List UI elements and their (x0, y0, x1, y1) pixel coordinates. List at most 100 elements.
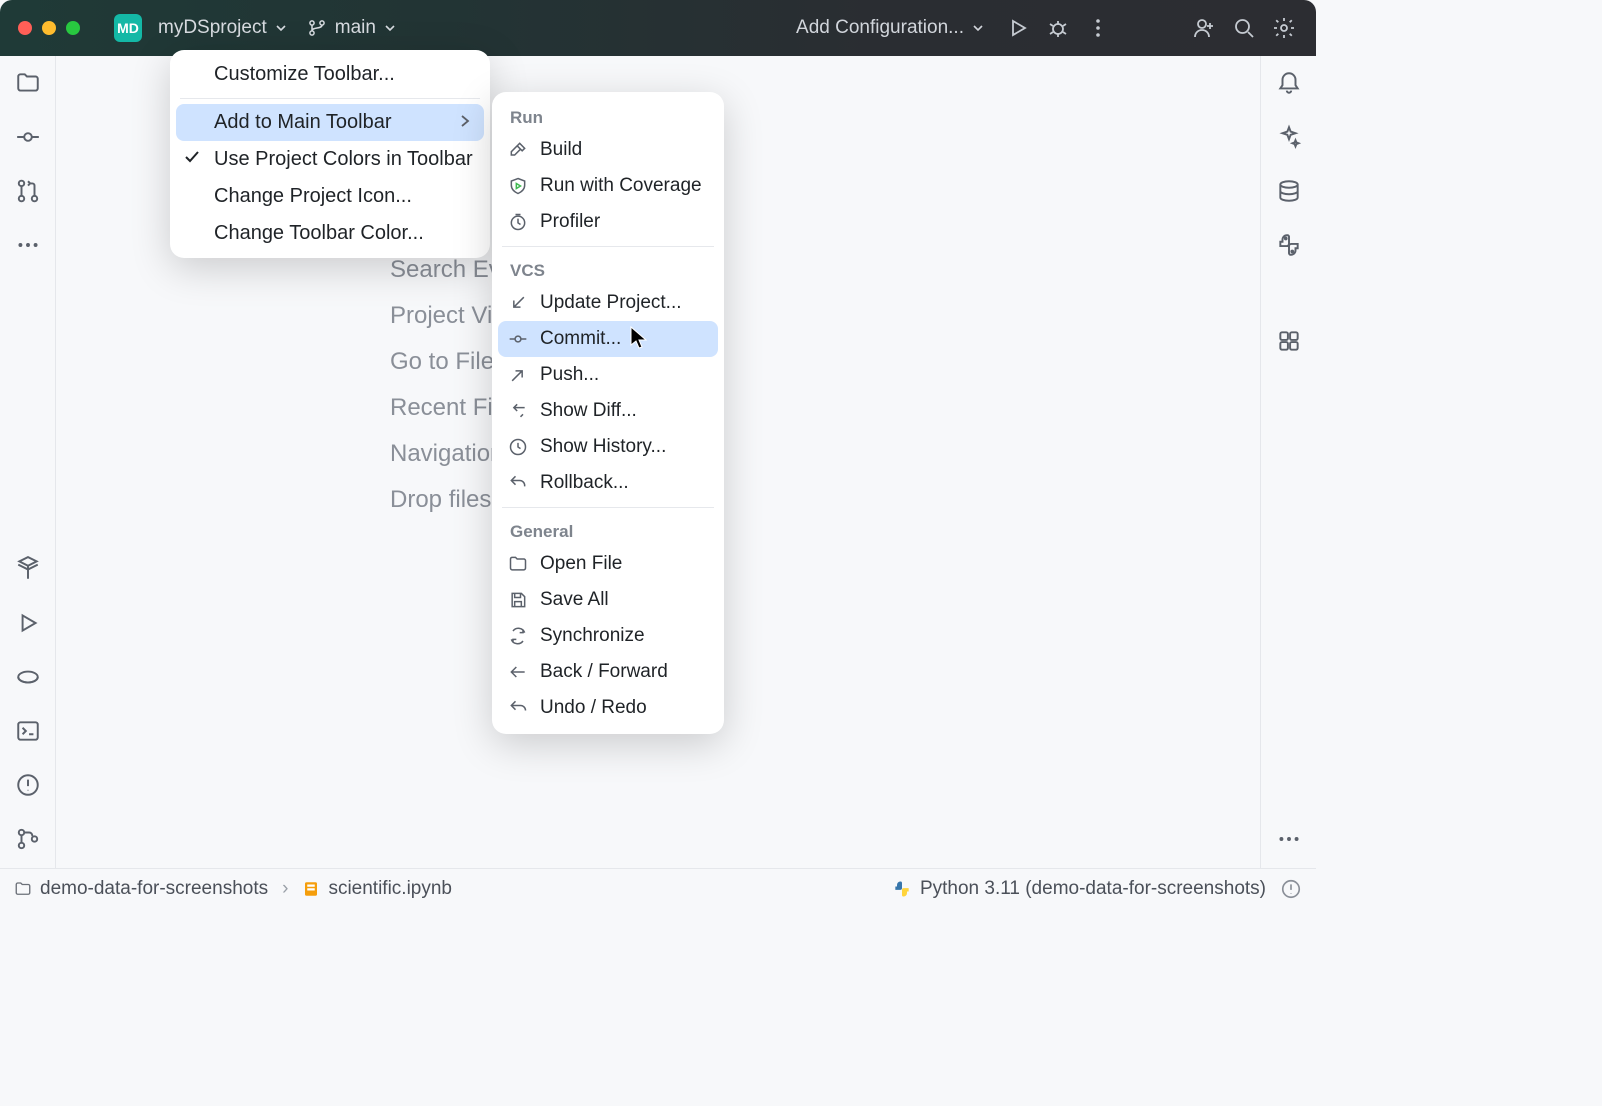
chevron-down-icon (275, 22, 287, 34)
chevron-down-icon (384, 22, 396, 34)
inspection-status-icon[interactable] (1280, 878, 1302, 900)
welcome-line: Project Vi (390, 302, 492, 330)
more-tools-icon[interactable] (15, 232, 41, 258)
plugins-tool-icon[interactable] (1276, 328, 1302, 354)
ai-assistant-tool-icon[interactable] (1276, 124, 1302, 150)
menu-separator (180, 98, 480, 99)
submenu-label: Undo / Redo (540, 697, 647, 719)
submenu-label: Run with Coverage (540, 175, 702, 197)
project-tool-icon[interactable] (15, 70, 41, 96)
folder-icon (14, 880, 32, 898)
menu-change-project-icon[interactable]: Change Project Icon... (170, 178, 490, 215)
menu-customize-toolbar[interactable]: Customize Toolbar... (170, 56, 490, 93)
menu-label: Customize Toolbar... (214, 63, 395, 86)
arrow-in-down-left-icon (508, 293, 528, 313)
left-tool-stripe (0, 56, 56, 868)
submenu-update-project[interactable]: Update Project... (492, 285, 724, 321)
minimize-window-button[interactable] (42, 21, 56, 35)
project-badge: MD (114, 14, 142, 42)
submenu-push[interactable]: Push... (492, 357, 724, 393)
titlebar: MD myDSproject main Add Configuration... (0, 0, 1316, 56)
submenu-label: Save All (540, 589, 609, 611)
welcome-line: Recent Fil (390, 394, 498, 422)
submenu-back-forward[interactable]: Back / Forward (492, 654, 724, 690)
submenu-separator (502, 246, 714, 247)
notebook-file-icon (302, 880, 320, 898)
submenu-separator (502, 507, 714, 508)
submenu-label: Open File (540, 553, 622, 575)
submenu-show-diff[interactable]: Show Diff... (492, 393, 724, 429)
run-button[interactable] (998, 8, 1038, 48)
branch-name: main (335, 17, 376, 39)
breadcrumb-item: demo-data-for-screenshots (40, 878, 268, 900)
submenu-label: Push... (540, 364, 599, 386)
mouse-cursor-icon (630, 326, 648, 350)
menu-use-project-colors[interactable]: Use Project Colors in Toolbar (170, 141, 490, 178)
run-config-label: Add Configuration... (796, 17, 964, 39)
submenu-show-history[interactable]: Show History... (492, 429, 724, 465)
settings-button[interactable] (1264, 8, 1304, 48)
status-bar: demo-data-for-screenshots › scientific.i… (0, 868, 1316, 908)
save-icon (508, 590, 528, 610)
code-with-me-button[interactable] (1184, 8, 1224, 48)
clock-profiler-icon (508, 212, 528, 232)
services-tool-icon[interactable] (15, 556, 41, 582)
project-selector[interactable]: MD myDSproject (104, 8, 297, 48)
debug-button[interactable] (1038, 8, 1078, 48)
submenu-save-all[interactable]: Save All (492, 582, 724, 618)
branch-selector[interactable]: main (297, 11, 406, 45)
more-right-tools-icon[interactable] (1276, 826, 1302, 852)
add-to-toolbar-submenu: Run Build Run with Coverage Profiler VCS… (492, 92, 724, 734)
python-packages-tool-icon[interactable] (15, 664, 41, 690)
submenu-synchronize[interactable]: Synchronize (492, 618, 724, 654)
sync-icon (508, 626, 528, 646)
submenu-build[interactable]: Build (492, 132, 724, 168)
menu-label: Change Project Icon... (214, 185, 412, 208)
more-actions-button[interactable] (1078, 8, 1118, 48)
run-config-selector[interactable]: Add Configuration... (782, 11, 998, 45)
chevron-down-icon (972, 22, 984, 34)
maximize-window-button[interactable] (66, 21, 80, 35)
project-name: myDSproject (158, 17, 267, 39)
submenu-arrow-icon (460, 111, 470, 134)
database-tool-icon[interactable] (1276, 178, 1302, 204)
shield-play-icon (508, 176, 528, 196)
submenu-profiler[interactable]: Profiler (492, 204, 724, 240)
python-interpreter-widget[interactable]: Python 3.11 (demo-data-for-screenshots) (892, 878, 1266, 900)
breadcrumb-item: scientific.ipynb (328, 878, 452, 900)
branch-icon (307, 18, 327, 38)
pull-requests-tool-icon[interactable] (15, 178, 41, 204)
close-window-button[interactable] (18, 21, 32, 35)
commit-icon (508, 329, 528, 349)
submenu-commit[interactable]: Commit... (498, 321, 718, 357)
undo-icon (508, 698, 528, 718)
gear-icon (1272, 16, 1296, 40)
problems-tool-icon[interactable] (15, 772, 41, 798)
menu-change-toolbar-color[interactable]: Change Toolbar Color... (170, 215, 490, 252)
search-everywhere-button[interactable] (1224, 8, 1264, 48)
submenu-open-file[interactable]: Open File (492, 546, 724, 582)
breadcrumb[interactable]: demo-data-for-screenshots › scientific.i… (14, 878, 452, 900)
more-vertical-icon (1086, 16, 1110, 40)
submenu-undo-redo[interactable]: Undo / Redo (492, 690, 724, 726)
arrow-out-up-right-icon (508, 365, 528, 385)
terminal-tool-icon[interactable] (15, 718, 41, 744)
breadcrumb-separator-icon: › (276, 878, 294, 900)
submenu-label: Show History... (540, 436, 666, 458)
rollback-icon (508, 473, 528, 493)
run-tool-icon[interactable] (15, 610, 41, 636)
welcome-line: Navigation (390, 440, 503, 468)
menu-add-to-main-toolbar[interactable]: Add to Main Toolbar (176, 104, 484, 141)
vcs-tool-icon[interactable] (15, 826, 41, 852)
submenu-group-vcs: VCS (492, 253, 724, 285)
welcome-line: Search Ev (390, 256, 501, 284)
submenu-label: Build (540, 139, 582, 161)
notifications-tool-icon[interactable] (1276, 70, 1302, 96)
commit-tool-icon[interactable] (15, 124, 41, 150)
submenu-label: Commit... (540, 328, 621, 350)
python-console-tool-icon[interactable] (1276, 232, 1302, 258)
submenu-rollback[interactable]: Rollback... (492, 465, 724, 501)
menu-label: Use Project Colors in Toolbar (214, 148, 473, 171)
submenu-group-general: General (492, 514, 724, 546)
submenu-run-coverage[interactable]: Run with Coverage (492, 168, 724, 204)
